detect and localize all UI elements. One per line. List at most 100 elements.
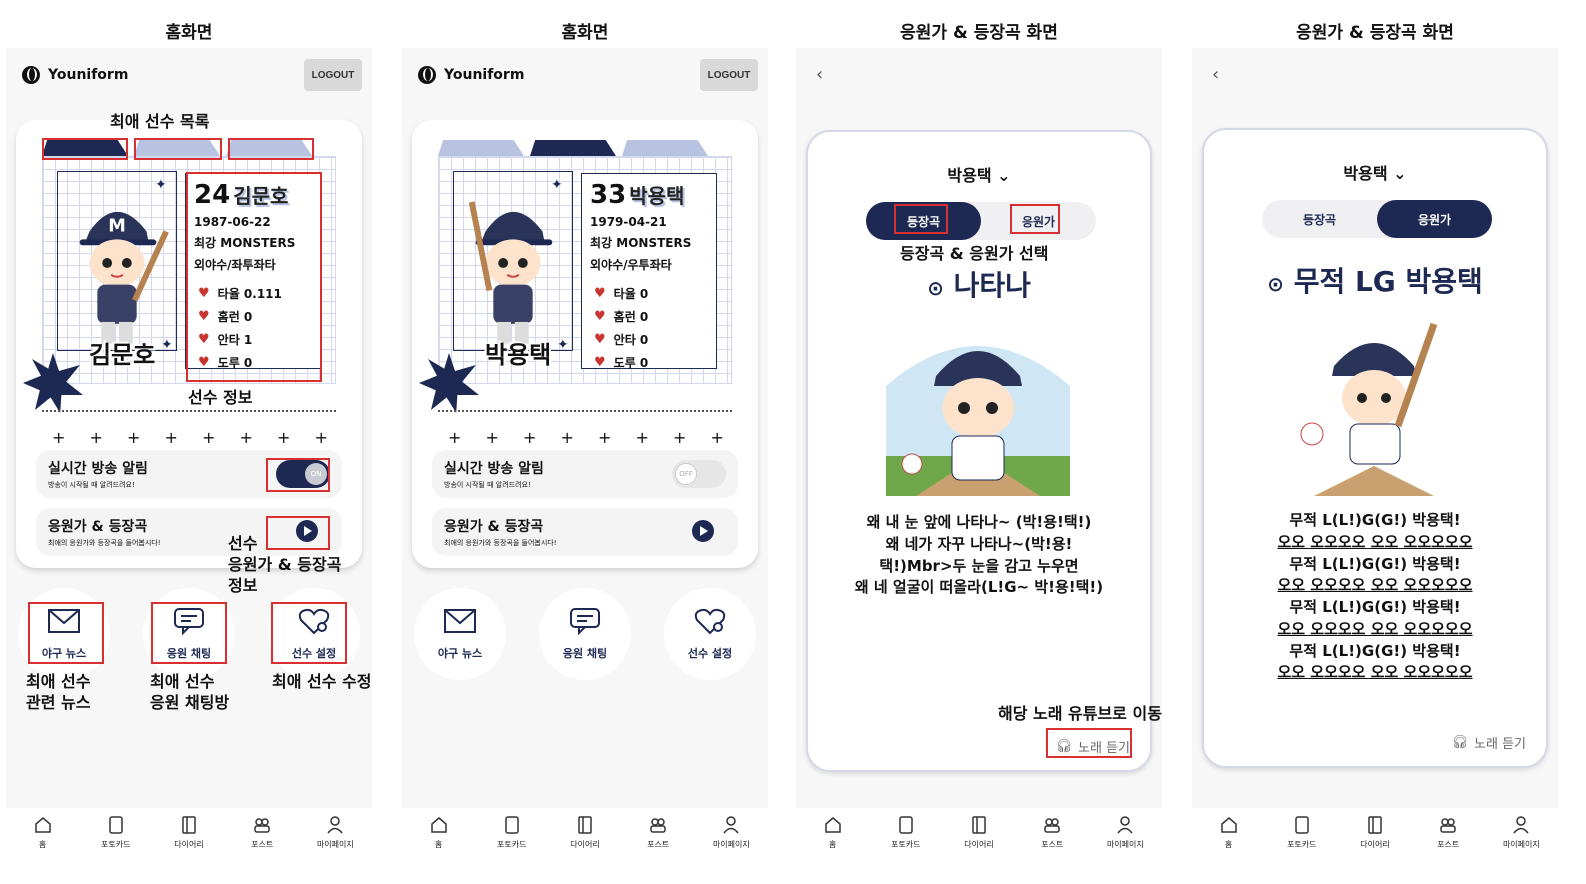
play-icon[interactable] [692, 520, 714, 542]
screen-home-1: 홈화면 Youniform LOGOUT M 24 김문호 1987-06-22… [6, 0, 372, 884]
nav-photocard[interactable]: 포토카드 [1272, 815, 1332, 850]
screen-home-2: 홈화면 Youniform LOGOUT 33 박용택 1979-04-21 최… [402, 0, 768, 884]
annotation-chat: 최애 선수 응원 채팅방 [150, 672, 230, 712]
sparkle-icon: ✦ [155, 177, 167, 193]
logout-button[interactable]: LOGOUT [304, 59, 362, 91]
highlight-box [134, 138, 222, 160]
annotation-fav-list: 최애 선수 목록 [110, 112, 210, 131]
nav-photocard[interactable]: 포토카드 [482, 815, 542, 850]
post-icon [1044, 818, 1060, 833]
heart-gear-icon [694, 608, 726, 635]
listen-button[interactable]: 🎧︎ 노래 듣기 [1452, 733, 1527, 752]
screen-song-cheer: 응원가 & 등장곡 화면 ‹ 박용택 ⌄ 등장곡 응원가 ⊙ 나타나 왜 내 눈… [796, 0, 1162, 884]
live-alert-row: 실시간 방송 알림 방송이 시작될 때 알려드려요! OFF [432, 450, 738, 498]
stat-row: ♥ 타율 0 [594, 286, 649, 301]
phone-frame: Youniform LOGOUT 33 박용택 1979-04-21 최강 MO… [402, 48, 768, 808]
annotation-song-info: 선수 응원가 & 등장곡 정보 [228, 534, 342, 595]
player-team: 최강 MONSTERS [590, 236, 692, 250]
play-circle-icon: ⊙ [1267, 272, 1284, 296]
nav-photocard[interactable]: 포토카드 [86, 815, 146, 850]
live-alert-toggle[interactable]: OFF [672, 460, 726, 488]
screen-caption: 홈화면 [561, 23, 609, 43]
diary-icon [1368, 816, 1382, 834]
nav-photocard[interactable]: 포토카드 [876, 815, 936, 850]
tab-cheer-song[interactable]: 응원가 [1377, 200, 1492, 238]
home-icon [1220, 817, 1237, 833]
photocard-icon [109, 816, 123, 834]
nav-mypage[interactable]: 마이페이지 [1491, 815, 1551, 850]
news-button[interactable]: 야구 뉴스 [414, 588, 506, 680]
bottom-nav: 홈 포토카드 다이어리 포스트 마이페이지 [796, 815, 1162, 875]
favorite-player-tabs [438, 140, 708, 156]
highlight-box [28, 602, 104, 664]
nav-diary[interactable]: 다이어리 [949, 815, 1009, 850]
player-birth: 1979-04-21 [590, 215, 667, 229]
song-illustration [886, 316, 1070, 500]
heart-icon: ♥ [594, 286, 606, 301]
player-setting-button[interactable]: 선수 설정 [664, 588, 756, 680]
post-icon [1440, 818, 1456, 833]
chat-button[interactable]: 응원 채팅 [539, 588, 631, 680]
player-selector[interactable]: 박용택 ⌄ [1204, 160, 1546, 184]
back-chevron-icon[interactable]: ‹ [816, 64, 823, 85]
user-icon [723, 816, 739, 834]
nav-mypage[interactable]: 마이페이지 [1095, 815, 1155, 850]
nav-home[interactable]: 홈 [13, 815, 73, 850]
back-chevron-icon[interactable]: ‹ [1212, 64, 1219, 85]
player-tab-3[interactable] [622, 140, 708, 156]
highlight-box [266, 458, 330, 492]
divider [42, 410, 336, 412]
nav-home[interactable]: 홈 [409, 815, 469, 850]
nav-post[interactable]: 포스트 [1418, 815, 1478, 850]
highlight-box [42, 138, 128, 160]
annotation-setting: 최애 선수 수정 [272, 672, 372, 691]
chevron-down-icon: ⌄ [997, 166, 1011, 185]
nav-post[interactable]: 포스트 [628, 815, 688, 850]
highlight-box [894, 204, 948, 234]
player-tab-1[interactable] [438, 140, 524, 156]
player-selector[interactable]: 박용택 ⌄ [808, 162, 1150, 186]
starburst-icon [23, 353, 83, 413]
bottom-nav: 홈 포토카드 다이어리 포스트 마이페이지 [402, 815, 768, 875]
nav-home[interactable]: 홈 [1199, 815, 1259, 850]
logout-button[interactable]: LOGOUT [700, 59, 758, 91]
lyrics: 왜 내 눈 앞에 나타나~ (박!용!택!) 왜 네가 자꾸 나타나~(박!용!… [854, 513, 1104, 597]
nav-home[interactable]: 홈 [803, 815, 863, 850]
nav-post[interactable]: 포스트 [232, 815, 292, 850]
nav-mypage[interactable]: 마이페이지 [305, 815, 365, 850]
stat-row: ♥ 도루 0 [594, 355, 649, 370]
nav-post[interactable]: 포스트 [1022, 815, 1082, 850]
nav-mypage[interactable]: 마이페이지 [701, 815, 761, 850]
annotation-select: 등장곡 & 응원가 선택 [900, 244, 1049, 263]
song-row: 응원가 & 등장곡 최애의 응원가와 등장곡을 들어봅시다! [432, 508, 738, 556]
song-illustration [1294, 316, 1454, 500]
user-icon [1117, 816, 1133, 834]
player-tab-2[interactable] [530, 140, 616, 156]
brand: Youniform [22, 66, 128, 84]
nav-diary[interactable]: 다이어리 [1345, 815, 1405, 850]
sparkle-icon: ✦ [161, 337, 173, 353]
top-bar: Youniform LOGOUT [418, 58, 758, 92]
post-icon [650, 818, 666, 833]
highlight-box [271, 602, 347, 664]
song-row-title: 응원가 & 등장곡 [444, 519, 544, 535]
diary-icon [182, 816, 196, 834]
diary-icon [972, 816, 986, 834]
quick-menu: 야구 뉴스 응원 채팅 선수 설정 [414, 588, 756, 680]
player-name: 박용택 [629, 184, 685, 208]
bottom-nav: 홈 포토카드 다이어리 포스트 마이페이지 [1192, 815, 1558, 875]
highlight-box [151, 602, 227, 664]
screen-caption: 홈화면 [165, 23, 213, 43]
starburst-icon [419, 353, 479, 413]
player-photocard: 33 박용택 1979-04-21 최강 MONSTERS 외야수/우투좌타 ♥ 타… [419, 156, 732, 413]
photocard-icon [899, 816, 913, 834]
song-type-switch: 등장곡 응원가 [1262, 200, 1492, 238]
nav-diary[interactable]: 다이어리 [555, 815, 615, 850]
toggle-knob: OFF [675, 463, 697, 485]
song-title: ⊙ 나타나 [927, 269, 1031, 302]
tab-entrance-song[interactable]: 등장곡 [1262, 200, 1377, 238]
diary-icon [578, 816, 592, 834]
home-icon [824, 817, 841, 833]
nav-diary[interactable]: 다이어리 [159, 815, 219, 850]
phone-frame: ‹ 박용택 ⌄ 등장곡 응원가 ⊙ 나타나 왜 내 눈 앞에 나타나~ (박!용… [796, 48, 1162, 808]
